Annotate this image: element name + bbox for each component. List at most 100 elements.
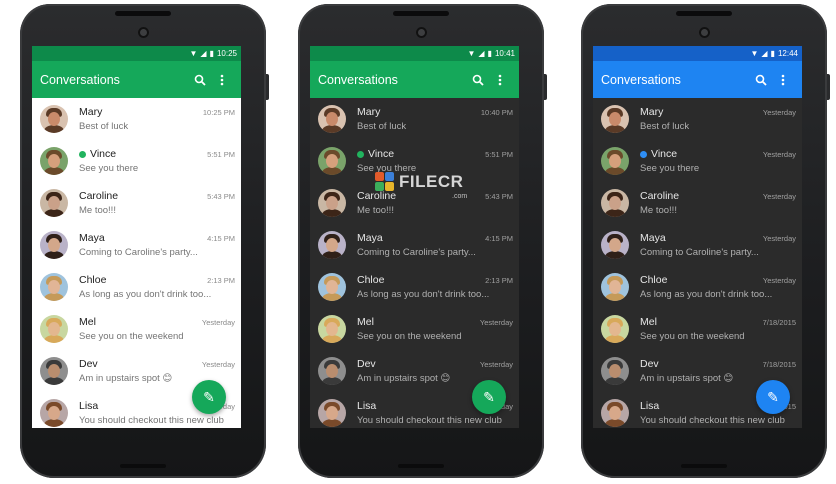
avatar-body — [44, 377, 64, 385]
online-status-icon — [640, 150, 647, 158]
contact-name: Mel — [79, 316, 96, 328]
phone-dark-theme: ▼ ◢ ▮ 10:41 Conversations Mary 10:40 PM Be… — [298, 4, 547, 478]
search-icon[interactable] — [750, 69, 772, 91]
conversation-row[interactable]: Maya 4:15 PM Coming to Caroline's party... — [310, 224, 519, 266]
contact-name-text: Caroline — [357, 190, 397, 202]
avatar-face — [609, 322, 621, 336]
conversation-row[interactable]: Mary Yesterday Best of luck — [593, 98, 802, 140]
conversation-row[interactable]: Mary 10:25 PM Best of luck — [32, 98, 241, 140]
conversation-row[interactable]: Vince 5:51 PM See you there — [310, 140, 519, 182]
conversation-row[interactable]: Mel Yesterday See you on the weekend — [32, 308, 241, 350]
avatar — [40, 399, 68, 427]
conversation-header: Chloe 2:13 PM — [79, 274, 235, 286]
message-preview: Coming to Caroline's party... — [357, 247, 476, 258]
avatar-face — [609, 280, 621, 294]
avatar — [601, 399, 629, 427]
message-time: 2:13 PM — [485, 275, 513, 285]
message-preview: You should checkout this new club — [357, 415, 502, 426]
conversation-row[interactable]: Maya Yesterday Coming to Caroline's party.… — [593, 224, 802, 266]
more-vert-icon[interactable] — [489, 69, 511, 91]
contact-name-text: Chloe — [640, 274, 668, 286]
contact-name: Caroline — [640, 190, 679, 202]
contact-name: Caroline — [79, 190, 118, 202]
conversation-header: Dev Yesterday — [79, 358, 235, 370]
online-status-icon — [357, 150, 364, 158]
conversation-text: Chloe 2:13 PM As long as you don't drink t… — [357, 274, 519, 300]
contact-name: Chloe — [640, 274, 667, 286]
conversation-text: Mary 10:40 PM Best of luck — [357, 106, 519, 132]
conversation-row[interactable]: Caroline Yesterday Me too!!! — [593, 182, 802, 224]
page-title: Conversations — [601, 72, 681, 87]
contact-name: Dev — [640, 358, 659, 370]
avatar-face — [609, 238, 621, 252]
phone-blue-theme: ▼ ◢ ▮ 12:44 Conversations Mary Yesterday B… — [581, 4, 830, 478]
conversation-header: Maya 4:15 PM — [357, 232, 513, 244]
search-icon[interactable] — [467, 69, 489, 91]
avatar-face — [326, 280, 338, 294]
compose-fab-button[interactable]: ✎ — [192, 380, 226, 414]
contact-name-text: Dev — [357, 358, 376, 370]
conversation-text: Mel 7/18/2015 See you on the weekend — [640, 316, 802, 342]
more-vert-icon[interactable] — [772, 69, 794, 91]
message-time: 2:13 PM — [207, 275, 235, 285]
status-bar: ▼ ◢ ▮ 10:25 — [32, 46, 241, 61]
battery-icon: ▮ — [770, 48, 775, 58]
app-bar: Conversations — [310, 61, 519, 98]
contact-name-text: Chloe — [79, 274, 107, 286]
avatar — [40, 315, 68, 343]
conversation-row[interactable]: Chloe 2:13 PM As long as you don't drink t… — [32, 266, 241, 308]
contact-name-text: Mel — [79, 316, 96, 328]
conversation-row[interactable]: Chloe 2:13 PM As long as you don't drink t… — [310, 266, 519, 308]
conversation-row[interactable]: Mel Yesterday See you on the weekend — [310, 308, 519, 350]
message-preview: See you on the weekend — [357, 331, 462, 342]
contact-name: Mary — [79, 106, 102, 118]
contact-name-text: Caroline — [79, 190, 119, 202]
conversation-row[interactable]: Chloe Yesterday As long as you don't drink… — [593, 266, 802, 308]
pencil-icon: ✎ — [203, 388, 215, 405]
conversation-row[interactable]: Mary 10:40 PM Best of luck — [310, 98, 519, 140]
conversation-text: Mel Yesterday See you on the weekend — [357, 316, 519, 342]
conversation-header: Mel 7/18/2015 — [640, 316, 796, 328]
message-preview: Best of luck — [357, 121, 407, 132]
app-bar: Conversations — [593, 61, 802, 98]
more-vert-icon[interactable] — [211, 69, 233, 91]
avatar — [318, 231, 346, 259]
avatar-body — [44, 251, 64, 259]
contact-name-text: Dev — [640, 358, 659, 370]
status-time: 10:25 — [216, 49, 237, 58]
message-preview: As long as you don't drink too... — [640, 289, 773, 300]
message-time: Yesterday — [762, 107, 796, 117]
contact-name-text: Lisa — [357, 400, 377, 412]
conversation-row[interactable]: Maya 4:15 PM Coming to Caroline's party... — [32, 224, 241, 266]
conversation-row[interactable]: Caroline 5:43 PM Me too!!! — [32, 182, 241, 224]
message-preview: See you there — [357, 163, 417, 174]
conversation-row[interactable]: Vince 5:51 PM See you there — [32, 140, 241, 182]
conversation-header: Caroline 5:43 PM — [79, 190, 235, 202]
avatar-body — [322, 167, 342, 175]
avatar-body — [44, 335, 64, 343]
conversation-row[interactable]: Vince Yesterday See you there — [593, 140, 802, 182]
compose-fab-button[interactable]: ✎ — [472, 380, 506, 414]
conversation-header: Vince 5:51 PM — [357, 148, 513, 160]
app-screen: ▼ ◢ ▮ 12:44 Conversations Mary Yesterday B… — [593, 46, 802, 428]
avatar — [318, 357, 346, 385]
conversation-row[interactable]: Mel 7/18/2015 See you on the weekend — [593, 308, 802, 350]
contact-name-text: Maya — [640, 232, 666, 244]
avatar-body — [605, 293, 625, 301]
conversation-list[interactable]: Mary 10:25 PM Best of luck Vince 5:51 PM See … — [32, 98, 241, 428]
message-preview: Coming to Caroline's party... — [79, 247, 198, 258]
conversation-text: Mel Yesterday See you on the weekend — [79, 316, 241, 342]
contact-name-text: Mel — [357, 316, 374, 328]
message-time: Yesterday — [762, 275, 796, 285]
conversation-header: Caroline Yesterday — [640, 190, 796, 202]
contact-name: Vince — [640, 148, 677, 160]
avatar-body — [605, 335, 625, 343]
conversation-row[interactable]: Caroline 5:43 PM Me too!!! — [310, 182, 519, 224]
front-camera — [138, 27, 149, 38]
conversation-list[interactable]: Mary 10:40 PM Best of luck Vince 5:51 PM See … — [310, 98, 519, 428]
search-icon[interactable] — [189, 69, 211, 91]
conversation-text: Caroline 5:43 PM Me too!!! — [357, 190, 519, 216]
compose-fab-button[interactable]: ✎ — [756, 380, 790, 414]
conversation-list[interactable]: Mary Yesterday Best of luck Vince Yesterday S… — [593, 98, 802, 428]
message-preview: Best of luck — [640, 121, 690, 132]
